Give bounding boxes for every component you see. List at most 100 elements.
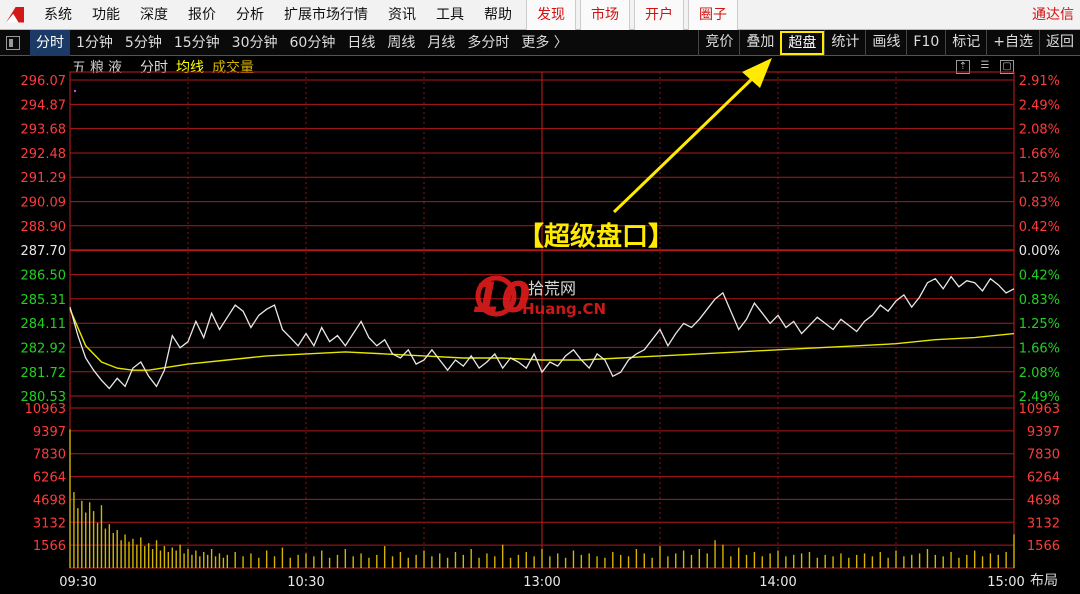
volume-axis-label-right: 6264 [1027, 471, 1060, 486]
menu-tools[interactable]: 工具 [426, 0, 474, 30]
add-watchlist-button[interactable]: +自选 [986, 30, 1039, 56]
tab-daily[interactable]: 日线 [341, 30, 381, 56]
menu-analysis[interactable]: 分析 [226, 0, 274, 30]
menu-extended-market[interactable]: 扩展市场行情 [274, 0, 378, 30]
time-axis-label: 14:00 [759, 575, 796, 590]
time-axis-label: 15:00 [987, 575, 1024, 590]
volume-axis-label-right: 9397 [1027, 425, 1060, 440]
volume-axis-label: 1566 [33, 539, 66, 554]
tab-intraday[interactable]: 分时 [30, 29, 70, 56]
percent-axis-label: 1.25% [1019, 171, 1060, 186]
annotation-arrow [612, 58, 772, 214]
price-axis-label: 286.50 [21, 269, 67, 284]
menu-news[interactable]: 资讯 [378, 0, 426, 30]
price-axis-label: 291.29 [21, 171, 67, 186]
volume-axis-label-right: 10963 [1019, 402, 1060, 417]
volume-axis-label: 10963 [25, 402, 66, 417]
price-axis-label: 294.87 [21, 98, 67, 113]
app-logo-icon [4, 4, 26, 26]
tab-1min[interactable]: 1分钟 [70, 30, 119, 56]
stock-name: 五粮液 [72, 60, 126, 76]
percent-axis-label: 2.49% [1019, 390, 1060, 405]
menu-bar: 系统 功能 深度 报价 分析 扩展市场行情 资讯 工具 帮助 发现 市场 开户 … [0, 0, 1080, 30]
avg-price-line [69, 308, 1015, 371]
menu-discover[interactable]: 发现 [526, 0, 576, 30]
price-axis-label: 281.72 [21, 366, 67, 381]
menu-help[interactable]: 帮助 [474, 0, 522, 30]
super-panel-button[interactable]: 超盘 [780, 31, 825, 55]
f10-button[interactable]: F10 [906, 30, 945, 56]
overlay-button[interactable]: 叠加 [739, 30, 780, 56]
percent-axis-label: 0.00% [1019, 244, 1060, 259]
annotation-arrow-head [742, 58, 772, 88]
chart-frame [69, 71, 1015, 569]
price-axis-label: 293.68 [21, 123, 67, 138]
time-axis-label: 10:30 [287, 575, 324, 590]
percent-axis-label: 1.66% [1019, 147, 1060, 162]
auction-button[interactable]: 竞价 [698, 30, 739, 56]
annotation-arrow-line [612, 74, 757, 214]
percent-axis-label: 0.83% [1019, 293, 1060, 308]
avg-line-label[interactable]: 均线 [176, 57, 204, 77]
tab-60min[interactable]: 60分钟 [284, 30, 342, 56]
price-axis-label: 288.90 [21, 220, 67, 235]
menu-lines-icon[interactable]: ☰ [978, 60, 992, 74]
tab-5min[interactable]: 5分钟 [119, 30, 168, 56]
tab-multi-intraday[interactable]: 多分时 [461, 30, 515, 56]
chart-grid [69, 71, 1015, 569]
expand-icon[interactable]: ⇡ [956, 60, 970, 74]
volume-axis-label-right: 7830 [1027, 448, 1060, 463]
time-axis-labels: 09:30 10:30 13:00 14:00 15:00 [59, 575, 1024, 590]
percent-axis-label: 0.42% [1019, 269, 1060, 284]
draw-line-button[interactable]: 画线 [865, 30, 906, 56]
mark-button[interactable]: 标记 [945, 30, 986, 56]
period-toolbar: 分时 1分钟 5分钟 15分钟 30分钟 60分钟 日线 周线 月线 多分时 更… [0, 29, 1080, 56]
intraday-chart[interactable]: 296.07 294.87 293.68 292.48 291.29 290.09 288.… [0, 0, 1080, 594]
panel-toggle-icon[interactable] [6, 35, 20, 50]
menu-depth[interactable]: 深度 [130, 0, 178, 30]
price-line [69, 275, 1015, 390]
price-axis-label: 280.53 [21, 390, 67, 405]
price-axis-label: 285.31 [21, 293, 67, 308]
percent-axis-labels: 2.91% 2.49% 2.08% 1.66% 1.25% 0.83% 0.42% 0.00%… [1019, 74, 1060, 405]
back-button[interactable]: 返回 [1039, 30, 1080, 56]
price-axis-label: 284.11 [21, 317, 67, 332]
zoom-icon[interactable]: ▢ [1000, 60, 1014, 74]
menu-circle[interactable]: 圈子 [688, 0, 738, 30]
watermark-cn: 拾荒网 [528, 279, 576, 298]
tab-more[interactable]: 更多 〉 [515, 30, 573, 56]
annotation-label: 【超级盘口】 [518, 222, 675, 252]
price-axis-label: 296.07 [21, 74, 67, 89]
tab-monthly[interactable]: 月线 [421, 30, 461, 56]
volume-axis-label-right: 4698 [1027, 493, 1060, 508]
time-axis-label: 13:00 [523, 575, 560, 590]
percent-axis-label: 2.08% [1019, 366, 1060, 381]
menu-open-account[interactable]: 开户 [634, 0, 684, 30]
volume-axis-label-right: 1566 [1027, 539, 1060, 554]
volume-bars [69, 429, 1015, 568]
tab-15min[interactable]: 15分钟 [168, 30, 226, 56]
tab-weekly[interactable]: 周线 [381, 30, 421, 56]
watermark-circle [475, 275, 517, 317]
menu-market[interactable]: 市场 [580, 0, 630, 30]
mode-intraday-label[interactable]: 分时 [140, 57, 168, 77]
volume-axis-labels: 10963 10963 9397 9397 7830 7830 6264 6264 4698 46… [25, 402, 1060, 554]
tab-30min[interactable]: 30分钟 [226, 30, 284, 56]
brand-name: 通达信 [1032, 7, 1074, 23]
layout-button[interactable]: 布局 [1030, 570, 1058, 590]
volume-axis-label: 4698 [33, 493, 66, 508]
volume-label[interactable]: 成交量 [212, 57, 254, 77]
right-tool-buttons: 竞价 叠加 超盘 统计 画线 F10 标记 +自选 返回 [698, 30, 1080, 56]
top-marker-dot [73, 89, 77, 93]
percent-axis-label: 2.08% [1019, 123, 1060, 138]
percent-axis-label: 1.25% [1019, 317, 1060, 332]
percent-axis-label: 0.42% [1019, 220, 1060, 235]
volume-axis-label: 6264 [33, 471, 66, 486]
menu-function[interactable]: 功能 [82, 0, 130, 30]
price-axis-labels: 296.07 294.87 293.68 292.48 291.29 290.09 288.… [21, 74, 67, 405]
menu-quote[interactable]: 报价 [178, 0, 226, 30]
price-axis-label: 282.92 [21, 341, 67, 356]
menu-system[interactable]: 系统 [34, 0, 82, 30]
statistics-button[interactable]: 统计 [824, 30, 865, 56]
volume-axis-label-right: 3132 [1027, 516, 1060, 531]
